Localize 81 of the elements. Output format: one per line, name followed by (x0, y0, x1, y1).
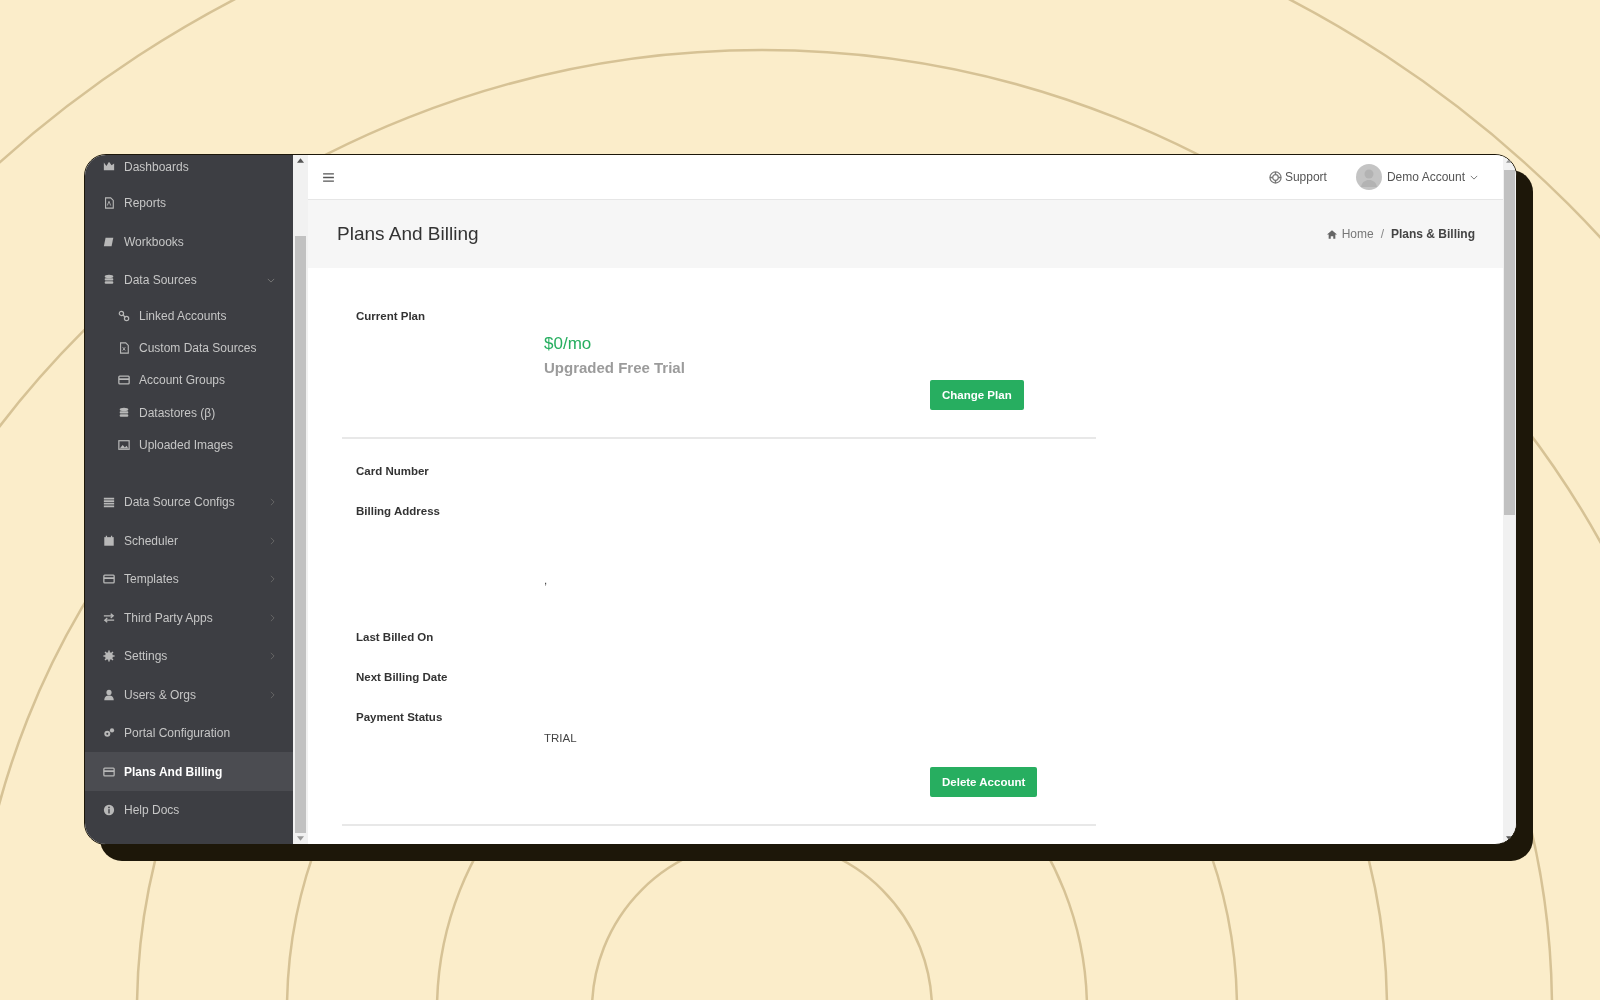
avatar-icon (1355, 164, 1382, 190)
sidebar-item-label: Dashboards (124, 160, 190, 174)
gears-icon (103, 727, 115, 740)
support-link[interactable]: Support (1268, 170, 1327, 184)
swap-icon (103, 611, 115, 624)
sidebar-item-label: Templates (124, 572, 180, 587)
image-icon (118, 438, 130, 451)
settings-icon (103, 650, 115, 663)
sidebar-item-label: Portal Configuration (124, 726, 232, 741)
breadcrumb-current: Plans & Billing (1391, 227, 1475, 241)
field-label: Last Billed On (356, 631, 435, 643)
scrollbar[interactable] (293, 155, 308, 844)
sidebar-item-label: Help Docs (124, 803, 181, 818)
chart-icon (103, 160, 115, 172)
book-icon (103, 235, 115, 248)
breadcrumb-separator: / (1380, 227, 1384, 241)
field-label: Payment Status (356, 711, 444, 723)
field-label: Next Billing Date (356, 671, 449, 683)
field-value: TRIAL (544, 732, 578, 744)
menu-icon[interactable] (323, 172, 334, 182)
sidebar-item[interactable]: Third Party Apps (85, 598, 293, 637)
card-icon (118, 374, 130, 387)
sidebar-item[interactable]: Scheduler (85, 521, 293, 560)
sidebar-item-label: Reports (124, 196, 168, 211)
xls-icon (118, 341, 130, 354)
scrollbar[interactable] (1503, 155, 1516, 844)
plan-price: $0/mo (544, 334, 593, 354)
breadcrumb-link[interactable]: Home (1341, 227, 1374, 241)
scroll-down-icon[interactable] (1506, 836, 1513, 841)
sidebar-subitem-label: Datastores (β) (139, 405, 217, 420)
sidebar-item[interactable]: Help Docs (85, 791, 293, 830)
sidebar-subitem[interactable]: Linked Accounts (85, 299, 293, 332)
sidebar-item[interactable]: Reports (85, 184, 293, 223)
link-icon (118, 309, 130, 322)
sidebar-item-label: Data Sources (124, 273, 198, 288)
sidebar-subitem-label: Linked Accounts (139, 308, 228, 323)
calendar-icon (103, 534, 115, 547)
db-icon (103, 274, 115, 287)
sidebar-item[interactable]: Plans And Billing (85, 752, 293, 791)
sidebar-subitem-label: Custom Data Sources (139, 340, 258, 355)
sidebar-item[interactable]: Data Source Configs (85, 483, 293, 522)
home-icon (1326, 229, 1337, 239)
sidebar-item[interactable]: Templates (85, 560, 293, 599)
sidebar-item-label: Third Party Apps (124, 610, 214, 625)
sidebar-item-label: Data Source Configs (124, 495, 236, 510)
info-icon (103, 804, 115, 817)
scroll-up-icon[interactable] (297, 158, 304, 163)
field-value: , (544, 574, 549, 586)
sidebar-item-label: Scheduler (124, 533, 180, 548)
field-label: Current Plan (356, 310, 426, 322)
sidebar-item[interactable]: Portal Configuration (85, 714, 293, 753)
sidebar-subitem[interactable]: Uploaded Images (85, 428, 293, 461)
field-label: Card Number (356, 465, 430, 477)
sidebar-subitem[interactable]: Datastores (β) (85, 396, 293, 429)
sidebar-item[interactable]: Settings (85, 637, 293, 676)
sidebar-item[interactable]: Users & Orgs (85, 675, 293, 714)
page-title: Plans And Billing (337, 223, 480, 245)
plan-name: Upgraded Free Trial (544, 359, 686, 376)
pdf-icon (103, 197, 115, 210)
card-icon (103, 573, 115, 586)
sidebar-subitem[interactable]: Account Groups (85, 364, 293, 397)
sidebar-subitem-label: Account Groups (139, 373, 227, 388)
list-icon (103, 496, 115, 509)
sidebar-subitem-label: Uploaded Images (139, 437, 235, 452)
sidebar-item[interactable]: Data Sources (85, 261, 293, 300)
account-menu[interactable]: Demo Account (1355, 164, 1478, 190)
field-label: Billing Address (356, 505, 441, 517)
sidebar-item[interactable]: Workbooks (85, 222, 293, 261)
lifebuoy-icon (1268, 170, 1282, 184)
sidebar-item-label: Workbooks (124, 234, 185, 249)
sidebar-item[interactable]: Dashboards (85, 158, 293, 184)
sidebar-item-label: Plans And Billing (124, 764, 224, 779)
scroll-up-icon[interactable] (1506, 158, 1513, 163)
user-icon (103, 688, 115, 701)
sidebar-item-label: Users & Orgs (124, 687, 197, 702)
sidebar-subitem[interactable]: Custom Data Sources (85, 331, 293, 365)
chevron-down-icon (1470, 174, 1478, 180)
account-name: Demo Account (1386, 170, 1465, 184)
card-icon (103, 765, 115, 778)
db-icon (118, 406, 130, 419)
sidebar-item-label: Settings (124, 649, 169, 664)
